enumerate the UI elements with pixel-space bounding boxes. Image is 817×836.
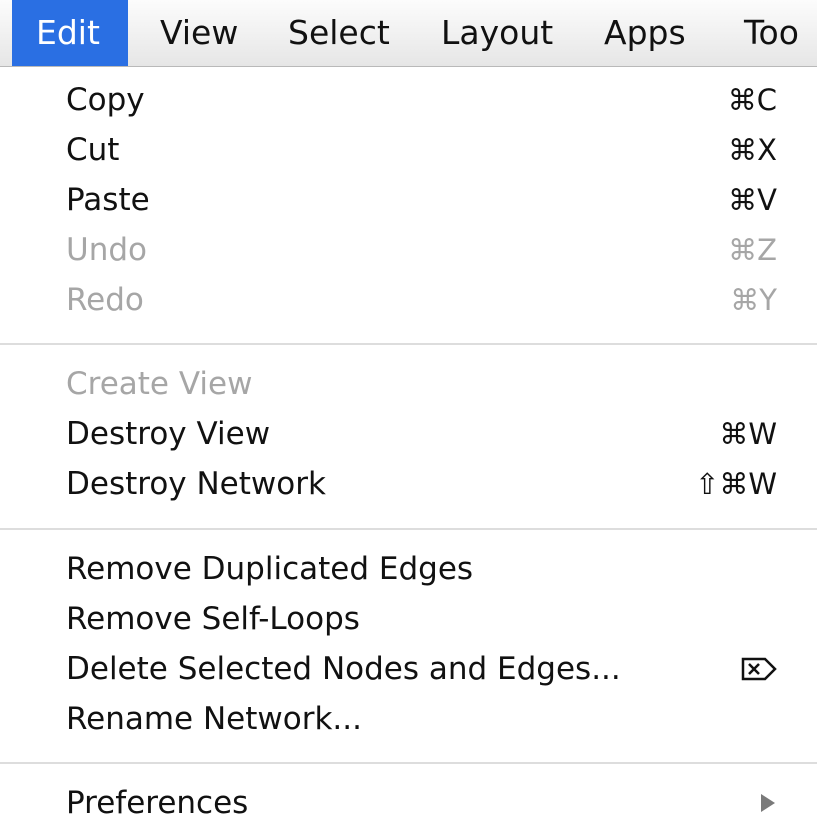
- menu-separator: [0, 762, 817, 764]
- menu-separator: [0, 528, 817, 530]
- menu-item-destroy-view[interactable]: Destroy View: [66, 409, 270, 459]
- menu-item-create-view: Create View: [66, 366, 253, 402]
- menu-item-preferences[interactable]: Preferences: [66, 778, 248, 828]
- menu-item-destroy-network[interactable]: Destroy Network: [66, 459, 326, 509]
- shortcut-destroy-network: ⇧⌘W: [695, 467, 777, 501]
- menubar-tools[interactable]: Too: [744, 0, 799, 66]
- delete-key-icon: [741, 657, 777, 681]
- menu-item-undo: Undo: [66, 232, 147, 268]
- shortcut-undo: ⌘Z: [728, 233, 777, 267]
- menubar-apps[interactable]: Apps: [604, 0, 686, 66]
- menubar-view[interactable]: View: [160, 0, 238, 66]
- shortcut-paste: ⌘V: [728, 183, 777, 217]
- menu-item-paste[interactable]: Paste: [66, 175, 150, 225]
- shortcut-copy: ⌘C: [727, 83, 777, 117]
- menu-bar: Edit View Select Layout Apps Too: [0, 0, 817, 67]
- menu-item-delete-selected[interactable]: Delete Selected Nodes and Edges...: [66, 644, 621, 694]
- shortcut-destroy-view: ⌘W: [719, 417, 777, 451]
- menubar-edit[interactable]: Edit: [12, 0, 128, 66]
- menu-item-redo: Redo: [66, 282, 144, 318]
- menubar-layout[interactable]: Layout: [441, 0, 553, 66]
- menubar-select[interactable]: Select: [288, 0, 390, 66]
- shortcut-cut: ⌘X: [728, 133, 777, 167]
- menu-item-remove-duplicated-edges[interactable]: Remove Duplicated Edges: [66, 544, 473, 594]
- edit-menu-dropdown: Copy ⌘C Cut ⌘X Paste ⌘V Undo ⌘Z Redo ⌘Y …: [0, 67, 817, 836]
- menu-item-copy[interactable]: Copy: [66, 75, 145, 125]
- shortcut-redo: ⌘Y: [730, 283, 777, 317]
- menu-separator: [0, 343, 817, 345]
- menu-item-rename-network[interactable]: Rename Network...: [66, 694, 362, 744]
- menu-item-cut[interactable]: Cut: [66, 125, 119, 175]
- menu-item-remove-self-loops[interactable]: Remove Self-Loops: [66, 594, 360, 644]
- submenu-arrow-icon: [761, 794, 775, 812]
